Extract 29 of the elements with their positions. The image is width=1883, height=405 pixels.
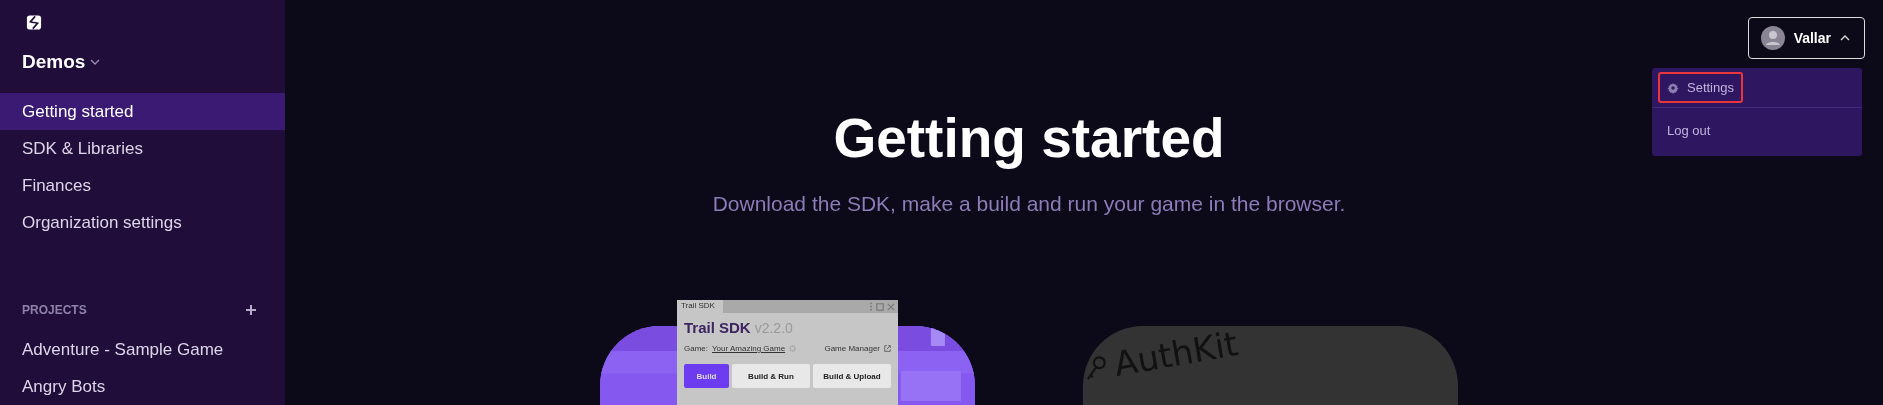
close-icon[interactable] (887, 302, 895, 311)
chevron-up-icon (1840, 35, 1850, 41)
page-subtitle: Download the SDK, make a build and run your game in the browser. (712, 192, 1346, 216)
build-button[interactable]: Build & Upload (813, 364, 891, 388)
nav-item[interactable]: Finances (0, 167, 285, 204)
game-label: Game: (684, 344, 708, 353)
window-tab[interactable]: Trail SDK (677, 300, 723, 313)
nav-item[interactable]: Organization settings (0, 204, 285, 241)
build-button[interactable]: Build (684, 364, 729, 388)
user-menu-button[interactable]: Vallar (1747, 17, 1865, 59)
menu-item[interactable]: Log out (1658, 115, 1720, 146)
avatar-icon (1760, 26, 1785, 50)
add-icon[interactable] (245, 304, 257, 316)
project-item[interactable]: Angry Bots (0, 368, 285, 405)
build-button[interactable]: Build & Run (732, 364, 810, 388)
nav-item[interactable]: SDK & Libraries (0, 130, 285, 167)
organization-switcher[interactable]: Demos (22, 51, 101, 73)
nav-item[interactable]: Getting started (0, 93, 285, 130)
page-title: Getting started (833, 106, 1225, 170)
section-heading: PROJECTS (22, 303, 87, 317)
game-link[interactable]: Your Amazing Game (712, 344, 786, 353)
maximize-icon[interactable] (876, 302, 884, 311)
project-item[interactable]: Adventure - Sample Game (0, 331, 285, 368)
menu-item[interactable]: Settings (1658, 72, 1743, 103)
game-manager-link[interactable]: Game Manager (824, 344, 880, 353)
external-link-icon[interactable] (884, 345, 891, 352)
chevron-down-icon (90, 59, 101, 65)
settings-icon (1667, 81, 1679, 94)
app-title: Trail SDK (684, 319, 751, 336)
